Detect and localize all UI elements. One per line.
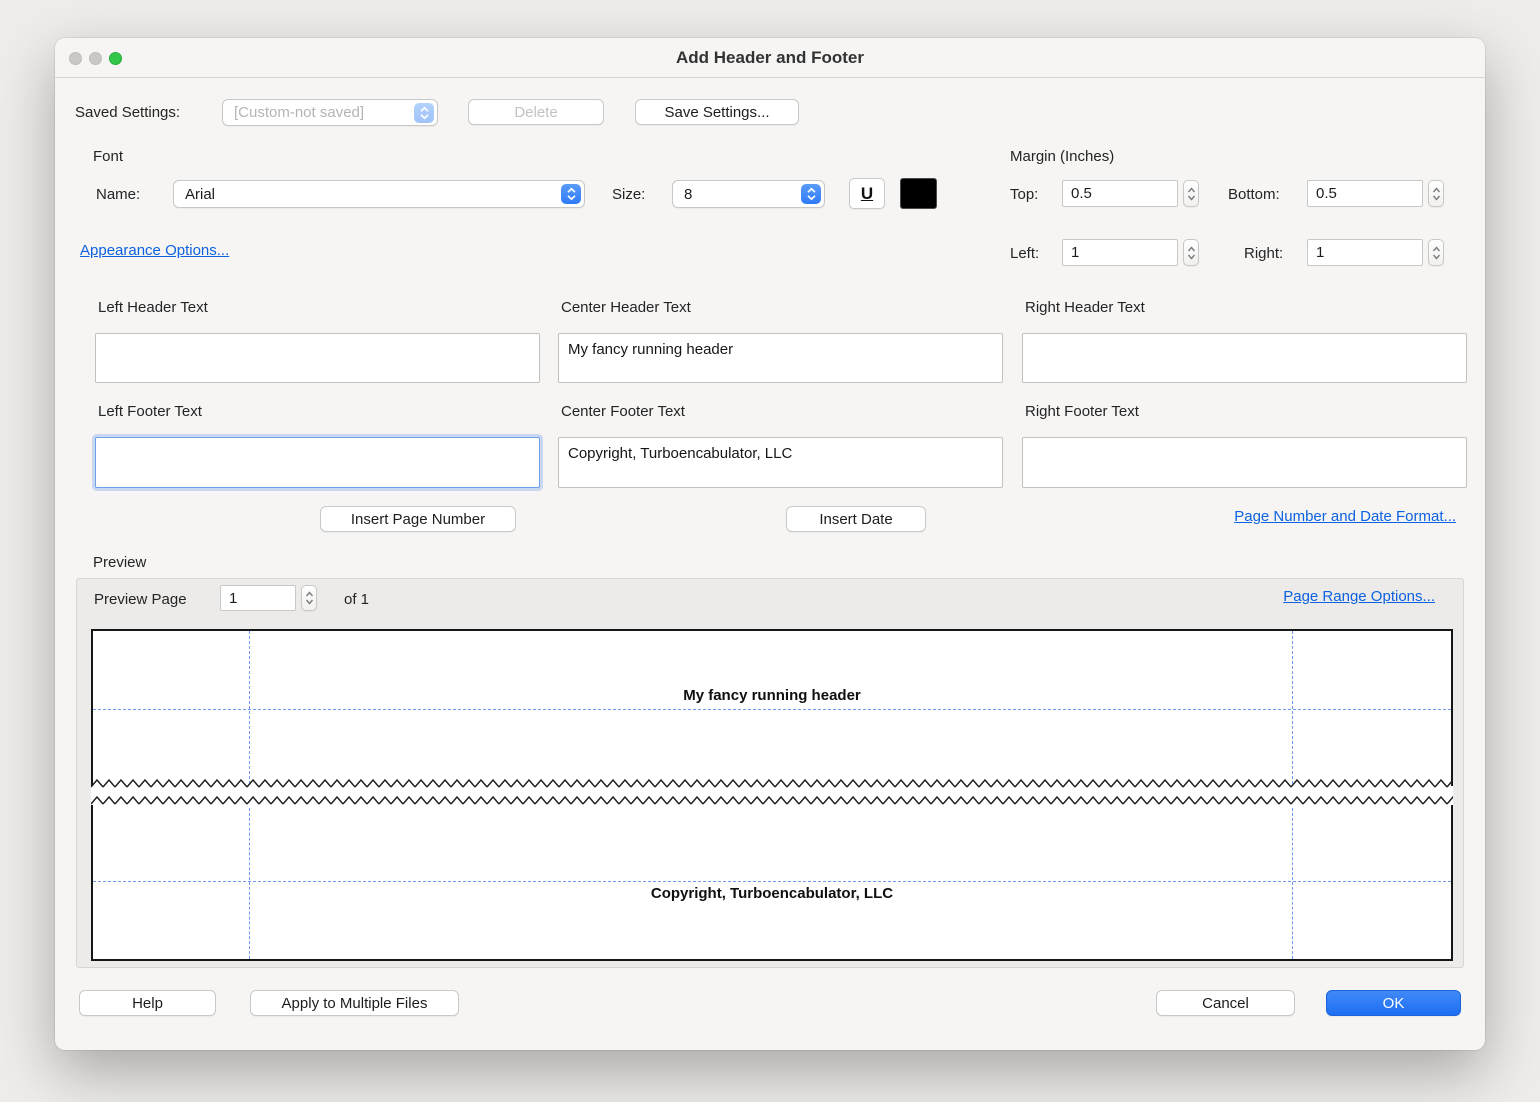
margin-guide-left-bottom — [249, 808, 250, 959]
font-size-dropdown[interactable]: 8 — [672, 180, 825, 208]
left-footer-textarea[interactable] — [95, 437, 540, 488]
save-settings-button[interactable]: Save Settings... — [635, 99, 799, 125]
add-header-footer-dialog: Add Header and Footer Saved Settings: [C… — [55, 38, 1485, 1050]
left-footer-label: Left Footer Text — [98, 403, 202, 421]
margin-section-label: Margin (Inches) — [1010, 148, 1114, 166]
insert-date-button[interactable]: Insert Date — [786, 506, 926, 532]
stepper-arrows-icon — [1432, 245, 1441, 261]
stepper-arrows-icon — [1432, 186, 1441, 202]
left-header-textarea[interactable] — [95, 333, 540, 383]
title-bar: Add Header and Footer — [55, 38, 1485, 78]
underline-button[interactable]: U — [849, 178, 885, 209]
margin-left-stepper[interactable] — [1183, 239, 1199, 266]
stepper-arrows-icon — [305, 590, 314, 606]
left-header-label: Left Header Text — [98, 299, 208, 317]
font-name-dropdown[interactable]: Arial — [173, 180, 585, 208]
margin-guide-right-bottom — [1292, 808, 1293, 959]
stepper-arrows-icon — [1187, 245, 1196, 261]
page-number-date-format-link[interactable]: Page Number and Date Format... — [1234, 508, 1456, 526]
margin-bottom-label: Bottom: — [1228, 186, 1280, 204]
preview-group: Preview Page of 1 Page Range Options... … — [76, 578, 1464, 968]
font-color-swatch[interactable] — [900, 178, 937, 209]
center-header-label: Center Header Text — [561, 299, 691, 317]
preview-page-canvas: My fancy running header Copyright, Turbo… — [91, 629, 1453, 961]
delete-button[interactable]: Delete — [468, 99, 604, 125]
margin-guide-right-top — [1292, 631, 1293, 784]
font-size-value: 8 — [684, 186, 692, 203]
dropdown-arrows-icon — [561, 184, 581, 204]
font-name-label: Name: — [96, 186, 140, 204]
right-header-textarea[interactable] — [1022, 333, 1467, 383]
margin-guide-footer — [93, 881, 1451, 882]
center-footer-textarea[interactable]: Copyright, Turboencabulator, LLC — [558, 437, 1003, 488]
margin-right-input[interactable] — [1307, 239, 1423, 266]
preview-page-count: of 1 — [344, 591, 369, 609]
preview-section-label: Preview — [93, 554, 146, 572]
margin-right-stepper[interactable] — [1428, 239, 1444, 266]
saved-settings-dropdown[interactable]: [Custom-not saved] — [222, 99, 438, 126]
font-size-label: Size: — [612, 186, 645, 204]
torn-edge-bottom — [91, 795, 1453, 806]
torn-edge-top — [91, 778, 1453, 789]
right-footer-textarea[interactable] — [1022, 437, 1467, 488]
margin-top-stepper[interactable] — [1183, 180, 1199, 207]
preview-footer-text: Copyright, Turboencabulator, LLC — [91, 885, 1453, 902]
margin-left-label: Left: — [1010, 245, 1039, 263]
insert-page-number-button[interactable]: Insert Page Number — [320, 506, 516, 532]
margin-bottom-input[interactable] — [1307, 180, 1423, 207]
apply-to-multiple-files-button[interactable]: Apply to Multiple Files — [250, 990, 459, 1016]
help-button[interactable]: Help — [79, 990, 216, 1016]
right-header-label: Right Header Text — [1025, 299, 1145, 317]
dropdown-arrows-icon — [801, 184, 821, 204]
preview-header-text: My fancy running header — [91, 687, 1453, 704]
margin-top-label: Top: — [1010, 186, 1038, 204]
saved-settings-label: Saved Settings: — [75, 104, 180, 122]
font-section-label: Font — [93, 148, 123, 166]
dropdown-arrows-icon — [414, 103, 434, 123]
margin-right-label: Right: — [1244, 245, 1283, 263]
center-header-textarea[interactable]: My fancy running header — [558, 333, 1003, 383]
stepper-arrows-icon — [1187, 186, 1196, 202]
preview-page-stepper[interactable] — [301, 585, 317, 611]
preview-page-input[interactable] — [220, 585, 296, 611]
margin-bottom-stepper[interactable] — [1428, 180, 1444, 207]
window-title: Add Header and Footer — [55, 38, 1485, 78]
ok-button[interactable]: OK — [1326, 990, 1461, 1016]
right-footer-label: Right Footer Text — [1025, 403, 1139, 421]
appearance-options-link[interactable]: Appearance Options... — [80, 242, 229, 260]
preview-page-label: Preview Page — [94, 591, 187, 609]
cancel-button[interactable]: Cancel — [1156, 990, 1295, 1016]
font-name-value: Arial — [185, 186, 215, 203]
margin-left-input[interactable] — [1062, 239, 1178, 266]
preview-page-bottom-section — [91, 805, 1453, 961]
margin-top-input[interactable] — [1062, 180, 1178, 207]
margin-guide-left-top — [249, 631, 250, 784]
center-footer-label: Center Footer Text — [561, 403, 685, 421]
preview-page-top-section — [91, 629, 1453, 786]
page-range-options-link[interactable]: Page Range Options... — [1283, 588, 1435, 606]
margin-guide-header — [93, 709, 1451, 710]
saved-settings-value: [Custom-not saved] — [234, 104, 364, 121]
